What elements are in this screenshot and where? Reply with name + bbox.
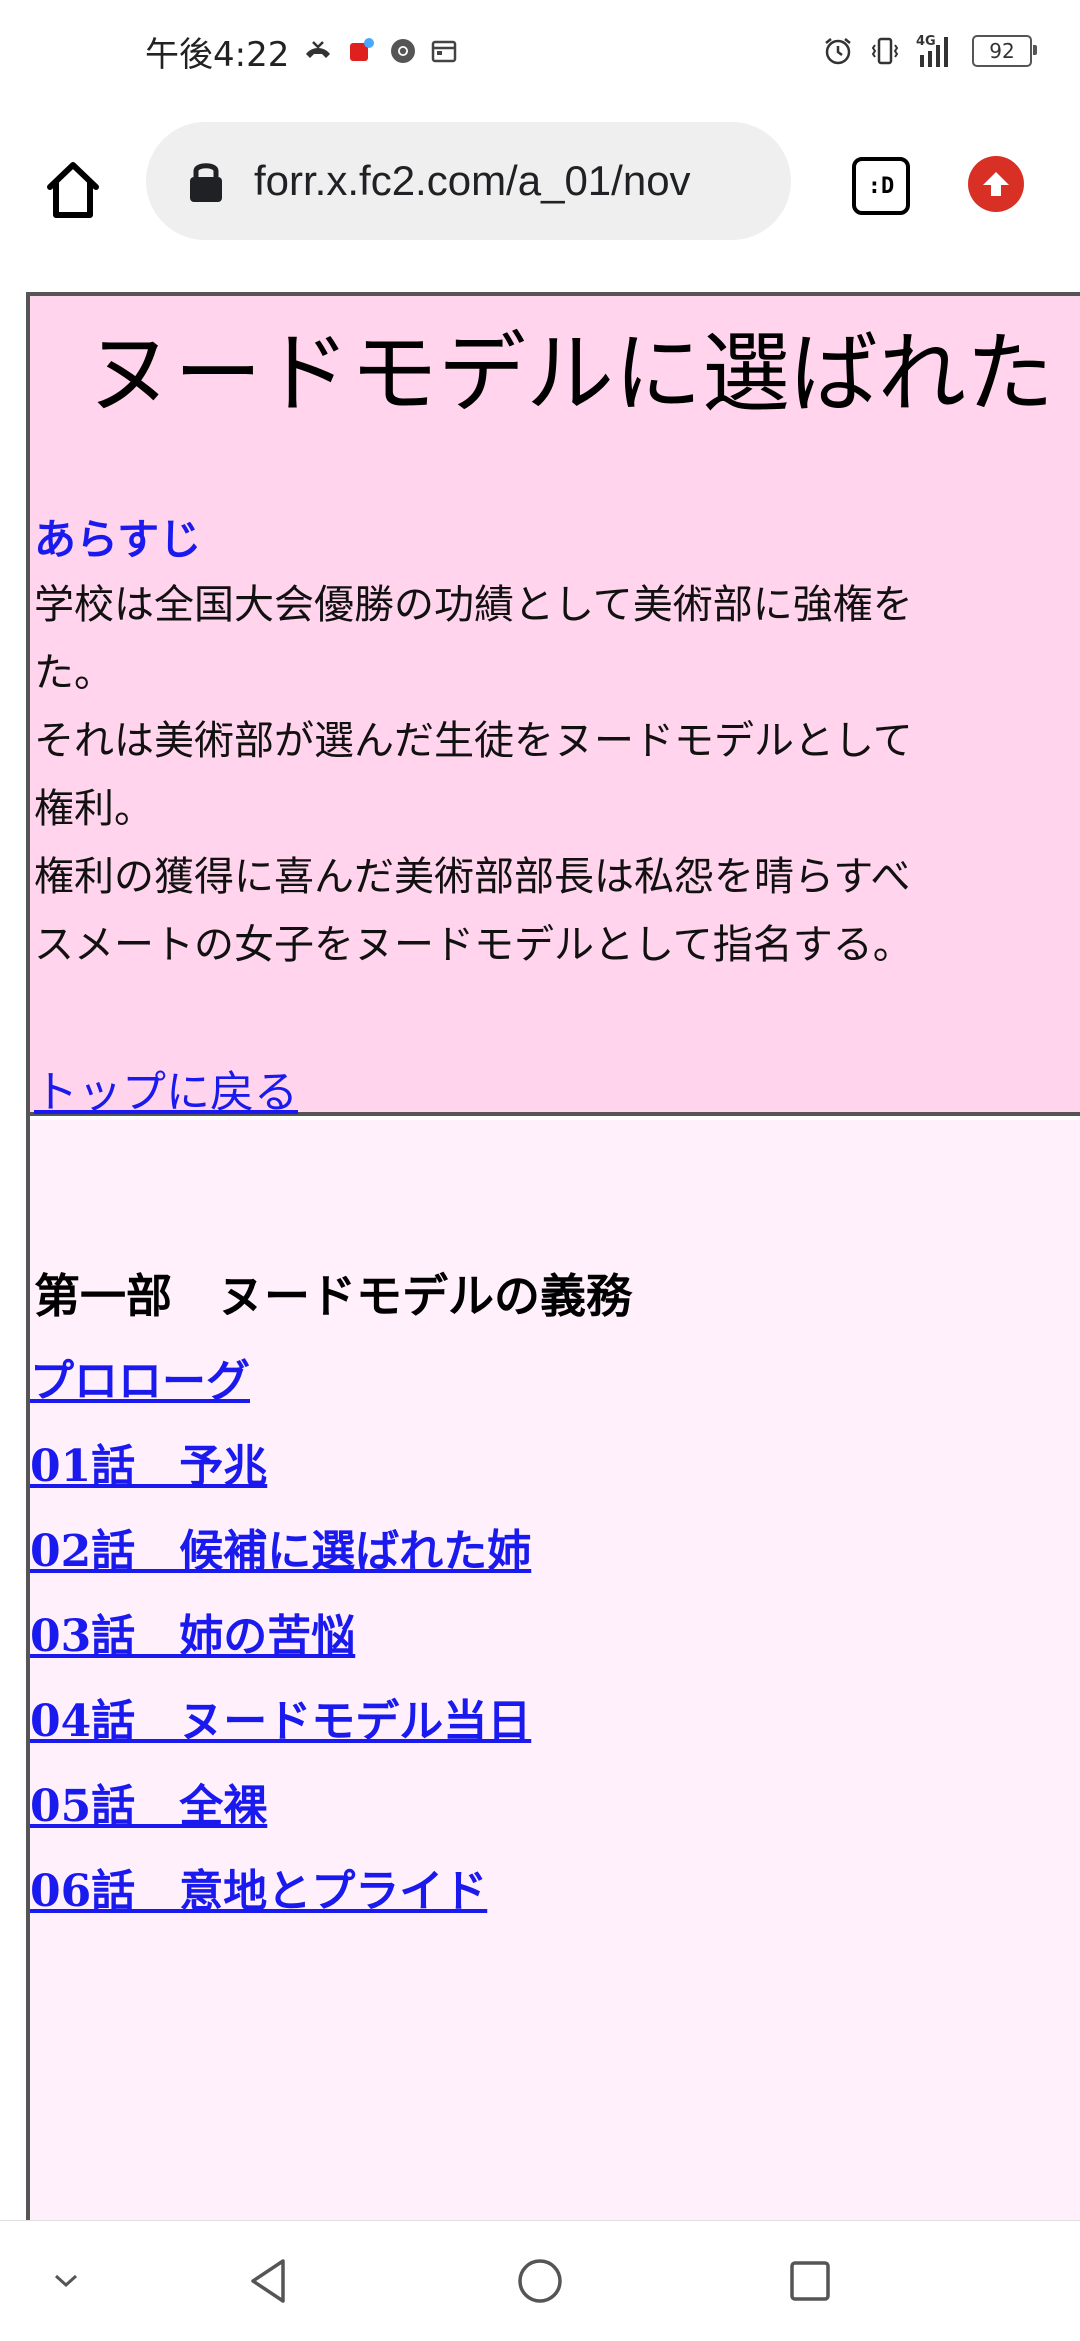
tab-switcher-label: :D (867, 173, 895, 199)
page-title: ヌードモデルに選ばれた (86, 322, 1055, 425)
svg-text:4G: 4G (916, 34, 936, 49)
synopsis-line: た。 (34, 650, 114, 696)
chapter-link[interactable]: 02話 候補に選ばれた姉 (30, 1515, 531, 1579)
collapse-nav-button[interactable] (36, 2251, 96, 2311)
web-page: ヌードモデルに選ばれた あらすじ 学校は全国大会優勝の功績として美術部に強権を … (0, 266, 1080, 2220)
synopsis-text: 学校は全国大会優勝の功績として美術部に強権を た。 それは美術部が選んだ生徒をヌ… (34, 571, 1080, 979)
url-text: forr.x.fc2.com/a_01/nov (254, 157, 691, 204)
chapter-link[interactable]: 05話 全裸 (30, 1770, 267, 1834)
system-navigation-bar (0, 2220, 1080, 2341)
square-recents-icon (790, 2261, 830, 2301)
chapter-link[interactable]: 06話 意地とプライド (30, 1855, 487, 1919)
address-bar[interactable]: forr.x.fc2.com/a_01/nov (146, 122, 791, 240)
synopsis-line: スメートの女子をヌードモデルとして指名する。 (34, 922, 913, 968)
chrome-icon (389, 37, 417, 65)
home-button[interactable] (38, 155, 108, 225)
lock-icon (190, 163, 222, 202)
status-bar: 午後4:22 4G 92 (0, 0, 1080, 100)
circle-home-icon (518, 2259, 562, 2303)
home-nav-button[interactable] (510, 2251, 570, 2311)
recents-button[interactable] (780, 2251, 840, 2311)
table-of-contents: 第一部 ヌードモデルの義務 プロローグ 01話 予兆 02話 候補に選ばれた姉 … (30, 1120, 1080, 2220)
back-triangle-icon (251, 2259, 285, 2303)
chapter-link[interactable]: 01話 予兆 (30, 1430, 267, 1494)
synopsis-line: それは美術部が選んだ生徒をヌードモデルとして (34, 718, 913, 764)
signal-icon: 4G (916, 33, 956, 69)
chapter-link[interactable]: 04話 ヌードモデル当日 (30, 1685, 531, 1749)
missed-call-icon (303, 38, 333, 64)
arrow-up-icon (983, 172, 1009, 196)
update-button[interactable] (968, 156, 1024, 212)
vibrate-icon (870, 35, 900, 67)
chevron-down-icon (54, 2274, 78, 2288)
synopsis-line: 権利の獲得に喜んだ美術部部長は私怨を晴らすべ (34, 854, 911, 900)
app-notification-icon (347, 37, 375, 65)
synopsis-line: 学校は全国大会優勝の功績として美術部に強権を (34, 582, 913, 628)
chapter-link[interactable]: プロローグ (30, 1345, 250, 1409)
synopsis-heading: あらすじ (34, 515, 202, 564)
back-button[interactable] (238, 2251, 298, 2311)
alarm-icon (822, 35, 854, 67)
home-icon (47, 162, 99, 218)
chapter-link[interactable]: 03話 姉の苦悩 (30, 1600, 355, 1664)
battery-indicator: 92 (972, 35, 1037, 67)
header-cell: ヌードモデルに選ばれた あらすじ 学校は全国大会優勝の功績として美術部に強権を … (30, 296, 1080, 1118)
clock: 午後4:22 (145, 34, 290, 75)
tab-switcher-button[interactable]: :D (852, 157, 910, 215)
synopsis-line: 権利。 (34, 786, 154, 832)
back-to-top-link[interactable]: トップに戻る (34, 1056, 298, 1120)
calendar-icon (431, 38, 457, 64)
part-title: 第一部 ヌードモデルの義務 (34, 1269, 632, 1323)
browser-toolbar: forr.x.fc2.com/a_01/nov :D (0, 100, 1080, 366)
